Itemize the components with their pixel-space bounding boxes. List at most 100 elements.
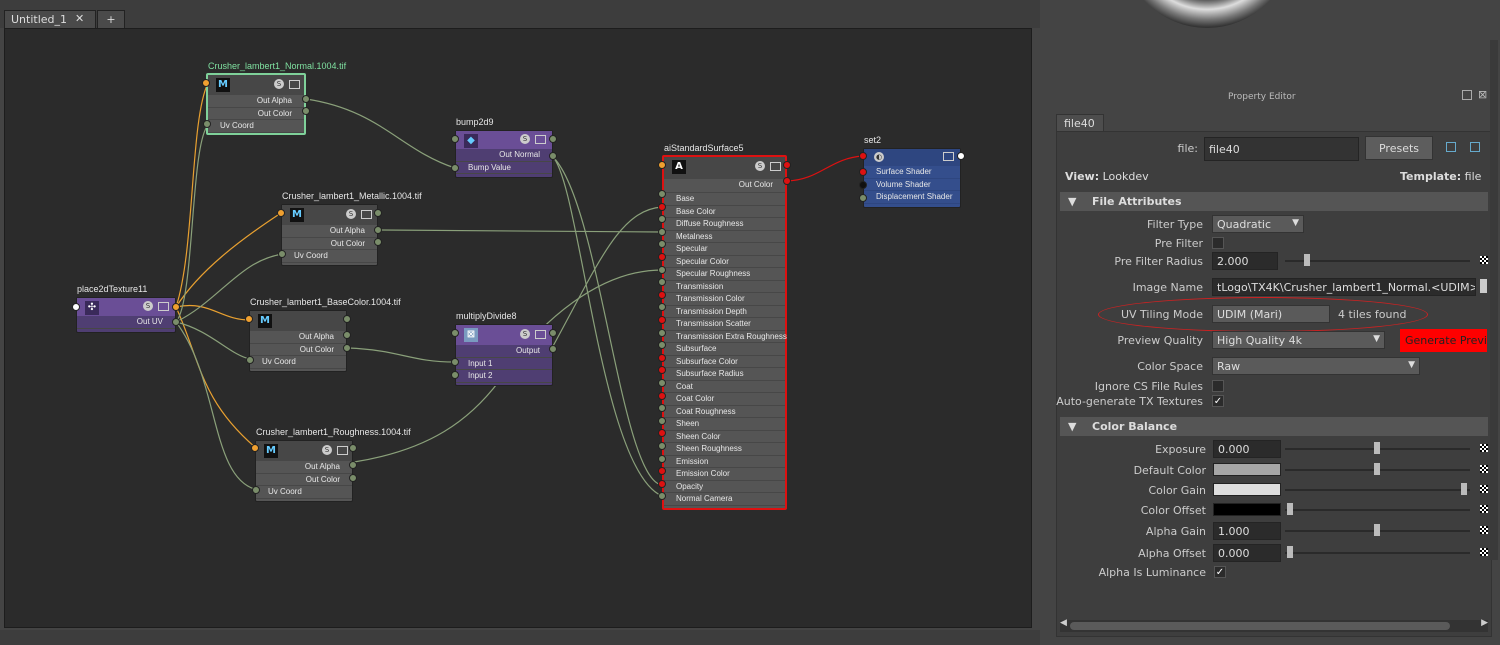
input-port[interactable] (451, 371, 459, 379)
input-port[interactable] (251, 444, 259, 452)
input-port[interactable] (658, 379, 666, 387)
slider-handle[interactable] (1287, 503, 1293, 515)
output-port[interactable] (374, 209, 382, 217)
input-port[interactable] (658, 265, 666, 274)
input-port[interactable] (859, 181, 867, 189)
output-port[interactable] (343, 315, 351, 323)
filter-type-dropdown[interactable]: Quadratic ▼ (1212, 215, 1304, 233)
node-ai-standard-surface[interactable]: aiStandardSurface5 A S Out Color Base Base… (662, 143, 787, 510)
input-port[interactable] (245, 315, 253, 323)
node-bump2d[interactable]: bump2d9 ◆ S Out Normal Bump Value (455, 117, 553, 178)
output-port[interactable] (374, 238, 382, 246)
map-button-icon[interactable] (1480, 526, 1488, 534)
generate-preview-button[interactable]: Generate Preview (1400, 329, 1487, 352)
slider-handle[interactable] (1304, 254, 1310, 266)
uv-tiling-dropdown[interactable]: UDIM (Mari) (1212, 305, 1330, 323)
output-port[interactable] (349, 461, 357, 469)
node-normal-file[interactable]: Crusher_lambert1_Normal.1004.tif M S Out … (206, 61, 346, 135)
color-gain-swatch[interactable] (1213, 483, 1281, 496)
alpha-gain-field[interactable]: 1.000 (1213, 522, 1281, 540)
ignore-cs-checkbox[interactable] (1212, 380, 1224, 392)
alpha-offset-slider[interactable] (1285, 552, 1470, 554)
input-port[interactable] (202, 79, 210, 87)
exposure-field[interactable]: 0.000 (1213, 440, 1281, 458)
input-port[interactable] (658, 227, 666, 236)
section-color-balance[interactable]: ▼ Color Balance (1060, 417, 1488, 436)
node-place2d[interactable]: place2dTexture11 ✣ S Out UV (76, 284, 176, 333)
output-port[interactable] (783, 161, 791, 169)
output-port[interactable] (349, 474, 357, 482)
input-port[interactable] (658, 479, 666, 488)
folder-icon[interactable] (1480, 279, 1487, 293)
preview-quality-dropdown[interactable]: High Quality 4k ▼ (1212, 331, 1385, 349)
input-port[interactable] (658, 454, 666, 463)
input-port[interactable] (72, 303, 80, 311)
input-port[interactable] (277, 209, 285, 217)
slider-handle[interactable] (1374, 442, 1380, 454)
output-port[interactable] (783, 177, 791, 185)
node-roughness-file[interactable]: Crusher_lambert1_Roughness.1004.tif M S O… (255, 427, 411, 502)
auto-tx-checkbox[interactable]: ✓ (1212, 395, 1224, 407)
alpha-offset-field[interactable]: 0.000 (1213, 544, 1281, 562)
float-icon[interactable] (1462, 90, 1472, 100)
alpha-is-luminance-checkbox[interactable]: ✓ (1214, 566, 1226, 578)
input-port[interactable] (203, 120, 211, 128)
input-port[interactable] (658, 290, 666, 299)
output-port[interactable] (302, 95, 310, 103)
output-port[interactable] (549, 152, 557, 160)
scroll-left-icon[interactable]: ◀ (1060, 618, 1067, 628)
vertical-scrollbar[interactable] (1490, 40, 1498, 560)
close-icon[interactable]: ⊠ (1478, 88, 1487, 101)
color-gain-slider[interactable] (1285, 489, 1470, 491)
input-port[interactable] (859, 194, 867, 202)
input-port[interactable] (658, 190, 666, 198)
slider-handle[interactable] (1461, 483, 1467, 495)
input-port[interactable] (658, 328, 666, 337)
color-space-dropdown[interactable]: Raw ▼ (1212, 357, 1420, 375)
input-port[interactable] (658, 353, 666, 362)
node-metallic-file[interactable]: Crusher_lambert1_Metallic.1004.tif M S Ou… (281, 191, 422, 266)
map-button-icon[interactable] (1480, 444, 1488, 452)
input-port[interactable] (246, 356, 254, 364)
node-basecolor-file[interactable]: Crusher_lambert1_BaseColor.1004.tif M Ou… (249, 297, 401, 372)
tab-file40[interactable]: file40 (1056, 114, 1104, 132)
input-port[interactable] (859, 168, 867, 176)
input-port[interactable] (658, 442, 666, 450)
slider-handle[interactable] (1374, 463, 1380, 475)
map-button-icon[interactable] (1480, 505, 1488, 513)
output-port[interactable] (343, 344, 351, 352)
node-multiply-divide[interactable]: multiplyDivide8 ⊠ S Output Input 1 Input … (455, 311, 553, 386)
map-button-icon[interactable] (1480, 256, 1488, 264)
map-button-icon[interactable] (1480, 465, 1488, 473)
input-port[interactable] (658, 161, 666, 169)
output-port[interactable] (172, 303, 180, 311)
output-port[interactable] (172, 318, 180, 326)
output-port[interactable] (549, 329, 557, 337)
default-color-swatch[interactable] (1213, 463, 1281, 476)
node-name-field[interactable]: file40 (1204, 137, 1359, 161)
output-port[interactable] (349, 444, 357, 452)
focus-output-icon[interactable] (1470, 142, 1480, 152)
presets-button[interactable]: Presets (1365, 136, 1433, 160)
output-port[interactable] (957, 152, 965, 160)
pre-filter-radius-slider[interactable] (1285, 260, 1470, 262)
input-port[interactable] (451, 358, 459, 366)
input-port[interactable] (278, 250, 286, 258)
output-port[interactable] (549, 135, 557, 143)
output-port[interactable] (343, 331, 351, 339)
horizontal-scrollbar[interactable]: ◀ ▶ (1060, 618, 1488, 632)
scrollbar-thumb[interactable] (1070, 622, 1450, 630)
input-port[interactable] (658, 391, 666, 400)
input-port[interactable] (451, 135, 459, 143)
pre-filter-radius-field[interactable]: 2.000 (1212, 252, 1278, 270)
output-port[interactable] (302, 107, 310, 115)
node-shading-group[interactable]: set2 ◐ Surface Shader Volume Shader Disp… (863, 135, 961, 208)
input-port[interactable] (658, 316, 666, 324)
slider-handle[interactable] (1374, 524, 1380, 536)
input-port[interactable] (658, 253, 666, 261)
input-port[interactable] (859, 152, 867, 160)
map-button-icon[interactable] (1480, 548, 1488, 556)
section-file-attributes[interactable]: ▼ File Attributes (1060, 192, 1488, 211)
input-port[interactable] (451, 164, 459, 172)
map-button-icon[interactable] (1480, 485, 1488, 493)
